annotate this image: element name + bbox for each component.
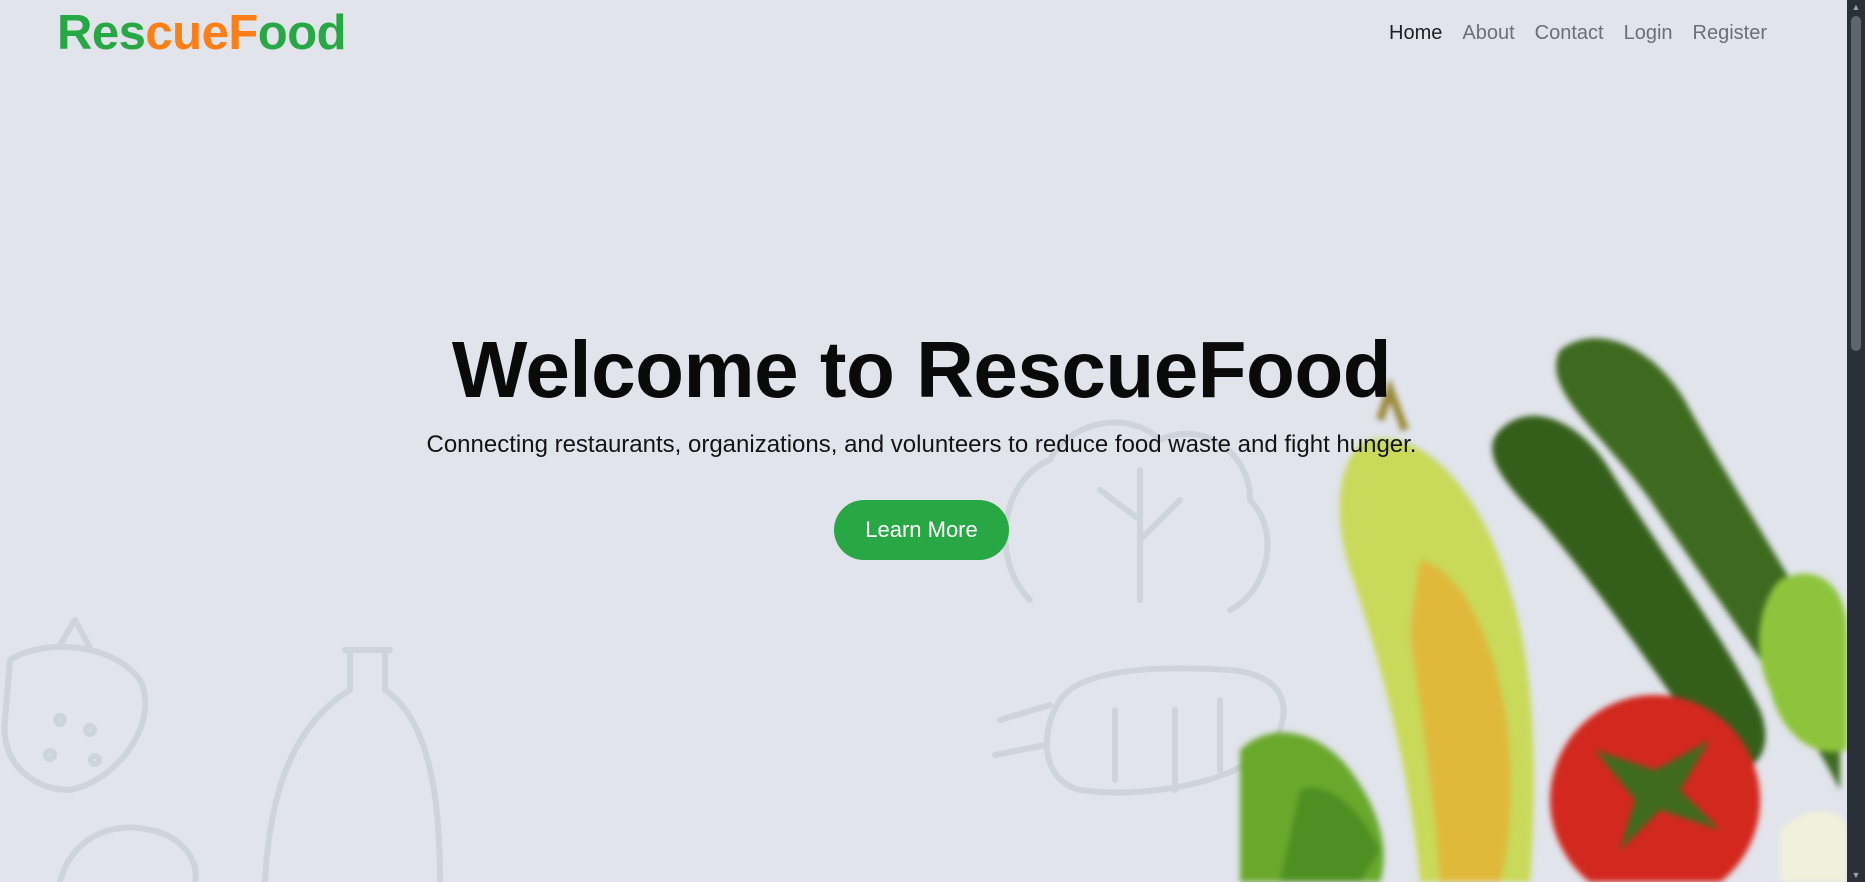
scrollbar-thumb[interactable] xyxy=(1851,16,1861,351)
learn-more-button[interactable]: Learn More xyxy=(834,500,1009,560)
scroll-up-arrow-icon[interactable]: ▲ xyxy=(1847,0,1865,14)
nav-link-register[interactable]: Register xyxy=(1683,18,1777,48)
logo-part-d: d xyxy=(316,6,347,60)
nav-link-home[interactable]: Home xyxy=(1379,18,1452,48)
scroll-down-arrow-icon[interactable]: ▼ xyxy=(1847,868,1865,882)
brand-logo[interactable]: RescueFood xyxy=(57,4,347,62)
page-viewport: RescueFood Home About Contact Login Regi… xyxy=(0,0,1847,882)
nav-link-contact[interactable]: Contact xyxy=(1525,18,1614,48)
page-scrollbar[interactable]: ▲ ▼ xyxy=(1847,0,1865,882)
nav-link-login[interactable]: Login xyxy=(1614,18,1683,48)
hero-subtitle: Connecting restaurants, organizations, a… xyxy=(426,431,1417,458)
nav-link-about[interactable]: About xyxy=(1452,18,1524,48)
main-navigation: Home About Contact Login Register xyxy=(1379,18,1777,48)
logo-part-res: Res xyxy=(57,6,146,60)
hero-title: Welcome to RescueFood xyxy=(451,325,1392,414)
logo-part-f: F xyxy=(228,6,258,60)
logo-part-oo: oo xyxy=(257,6,317,60)
logo-part-cue: cue xyxy=(145,6,229,60)
